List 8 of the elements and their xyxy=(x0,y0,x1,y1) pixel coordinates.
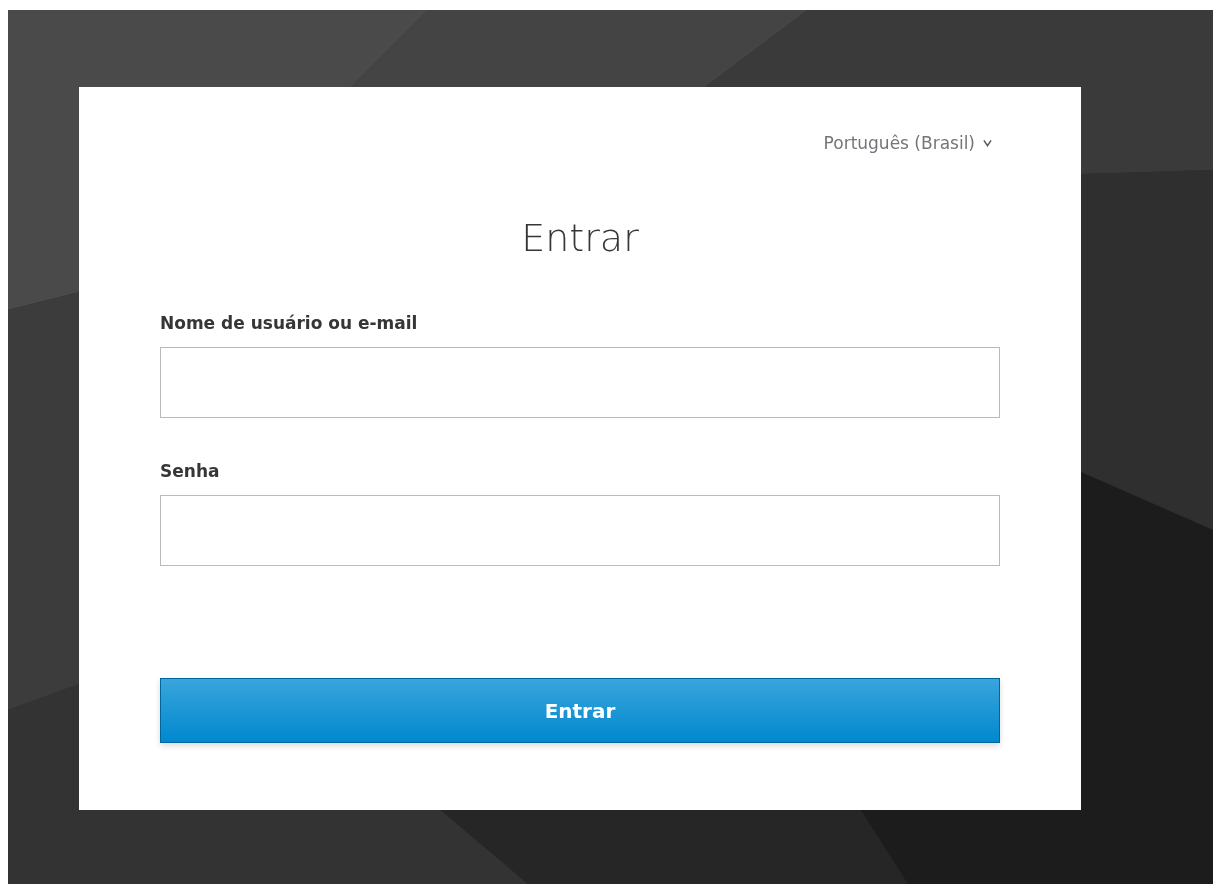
caret-icon xyxy=(983,139,992,147)
input-field[interactable] xyxy=(160,495,1000,566)
submit-button[interactable]: Entrar xyxy=(160,678,1000,743)
page-title: Entrar xyxy=(520,215,640,262)
field-label: Nome de usuário ou e-mail xyxy=(160,313,418,333)
input-field[interactable] xyxy=(160,347,1000,418)
language-selector[interactable]: Português (Brasil) xyxy=(823,133,992,153)
field-label: Senha xyxy=(160,461,220,481)
